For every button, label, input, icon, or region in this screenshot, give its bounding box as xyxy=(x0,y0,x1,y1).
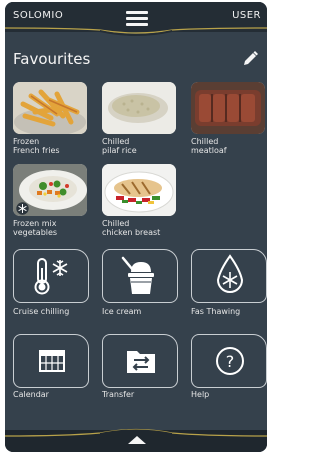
favourite-caption: Frozen French fries xyxy=(13,137,60,155)
page-title: Favourites xyxy=(13,50,91,68)
transfer-folder-icon xyxy=(127,351,155,373)
fast-thawing-button[interactable] xyxy=(191,249,267,303)
calendar-icon xyxy=(39,350,65,372)
expand-up-arrow-icon[interactable] xyxy=(128,436,146,444)
fast-thawing-label: Fas Thawing xyxy=(191,307,241,316)
snowflake-badge-icon xyxy=(16,202,29,215)
top-bar: SOLOMIO USER xyxy=(5,2,267,36)
calendar-button[interactable] xyxy=(13,334,89,388)
favourite-caption: Frozen mix vegetables xyxy=(13,219,58,237)
favourite-caption: Chilled chicken breast xyxy=(102,219,161,237)
chicken-breast-image xyxy=(102,164,176,216)
user-button[interactable]: USER xyxy=(232,10,261,21)
pilaf-rice-image xyxy=(102,82,176,134)
transfer-label: Transfer xyxy=(102,390,135,399)
french-fries-image xyxy=(13,82,87,134)
ice-cream-button[interactable] xyxy=(102,249,178,303)
pencil-icon[interactable] xyxy=(241,50,259,68)
drop-snowflake-icon xyxy=(216,254,244,293)
ice-cream-tub-icon xyxy=(121,256,154,294)
app-panel: SOLOMIO USER Favourites Frozen French fr… xyxy=(5,2,267,452)
calendar-label: Calendar xyxy=(13,390,49,399)
cruise-chilling-button[interactable] xyxy=(13,249,89,303)
mix-vegetables-image xyxy=(13,164,87,216)
svg-text:?: ? xyxy=(226,352,235,371)
help-label: Help xyxy=(191,390,210,399)
favourite-caption: Chilled meatloaf xyxy=(191,137,227,155)
transfer-button[interactable] xyxy=(102,334,178,388)
title-row: Favourites xyxy=(13,50,261,72)
favourite-caption: Chilled pilaf rice xyxy=(102,137,137,155)
ice-cream-label: Ice cream xyxy=(102,307,142,316)
brand-label: SOLOMIO xyxy=(13,10,64,21)
thermometer-snowflake-icon xyxy=(34,258,68,295)
help-question-icon: ? xyxy=(216,347,244,375)
help-button[interactable]: ? xyxy=(191,334,267,388)
meatloaf-image xyxy=(191,82,265,134)
bottom-bar xyxy=(5,428,267,452)
cruise-chilling-label: Cruise chilling xyxy=(13,307,70,316)
hamburger-menu-icon[interactable] xyxy=(126,11,148,27)
